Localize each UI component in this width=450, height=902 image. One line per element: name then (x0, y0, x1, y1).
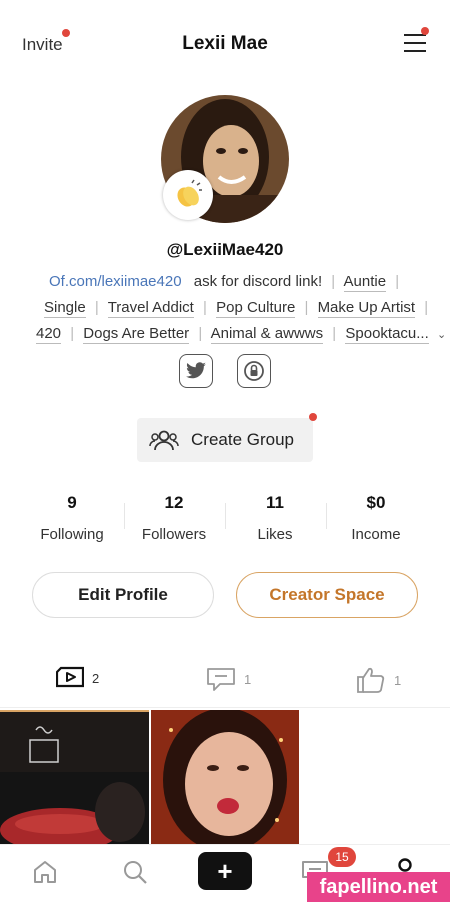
stat-value: 11 (266, 493, 284, 512)
home-icon[interactable] (32, 859, 58, 885)
stat-following[interactable]: 9 Following (22, 493, 122, 543)
tag-item[interactable]: Single (44, 299, 86, 318)
bio-row: Of.com/lexiimae420 ask for discord link!… (49, 273, 449, 292)
chevron-down-icon[interactable]: ⌄ (437, 329, 446, 341)
tab-count: 1 (394, 672, 402, 688)
tag-separator: | (70, 325, 75, 342)
lock-icon[interactable] (237, 354, 271, 388)
tab-divider (0, 707, 450, 708)
tag-separator: | (332, 325, 337, 342)
group-icon (149, 429, 179, 451)
tag-item[interactable]: Travel Addict (107, 299, 194, 318)
stat-income[interactable]: $0 Income (326, 493, 426, 543)
tag-item[interactable]: Make Up Artist (317, 299, 416, 318)
tag-separator: | (395, 273, 400, 290)
messages-badge: 15 (328, 847, 356, 867)
tag-separator: | (198, 325, 203, 342)
stat-likes[interactable]: 11 Likes (225, 493, 325, 543)
tab-likes[interactable]: 1 (356, 666, 401, 694)
menu-notification-dot (421, 27, 429, 35)
bio-text: ask for discord link! (193, 273, 323, 290)
stat-followers[interactable]: 12 Followers (124, 493, 224, 543)
tag-item[interactable]: 420 (36, 325, 62, 344)
video-thumbnail[interactable] (0, 710, 149, 844)
page-title: Lexii Mae (182, 33, 268, 54)
tag-item[interactable]: Auntie (343, 273, 387, 292)
comment-icon (206, 666, 236, 692)
tab-count: 2 (92, 670, 100, 686)
video-thumbnail[interactable] (151, 710, 299, 844)
profile-link[interactable]: Of.com/lexiimae420 (49, 273, 182, 290)
tag-separator: | (203, 299, 207, 316)
stat-label: Likes (257, 526, 293, 543)
tags-row: 420 | Dogs Are Better | Animal & awwws |… (36, 325, 446, 344)
tag-item[interactable]: Animal & awwws (210, 325, 324, 344)
edit-profile-button[interactable]: Edit Profile (32, 572, 214, 618)
create-post-button[interactable]: + (198, 852, 252, 890)
tag-separator: | (304, 299, 309, 316)
tag-separator: | (331, 273, 336, 290)
clapping-hands-icon (163, 170, 213, 220)
video-icon (56, 666, 84, 690)
tags-row: Single | Travel Addict | Pop Culture | M… (44, 299, 444, 318)
creator-space-button[interactable]: Creator Space (236, 572, 418, 618)
watermark: fapellino.net (307, 872, 450, 902)
stat-label: Following (40, 526, 104, 543)
thumbs-up-icon (356, 666, 386, 694)
profile-icon[interactable] (397, 857, 413, 873)
stat-value: 12 (164, 493, 184, 512)
tab-count: 1 (244, 671, 252, 687)
tab-comments[interactable]: 1 (206, 666, 251, 692)
top-bar: Invite Lexii Mae (0, 0, 450, 88)
tag-item[interactable]: Dogs Are Better (83, 325, 190, 344)
bottom-nav: + 15 fapellino.net (0, 844, 450, 902)
create-group-label: Create Group (191, 430, 294, 449)
stat-value: 9 (67, 493, 77, 512)
create-group-notification-dot (309, 413, 317, 421)
tag-separator: | (94, 299, 99, 316)
search-icon[interactable] (121, 858, 149, 886)
twitter-icon[interactable] (179, 354, 213, 388)
tag-separator: | (424, 299, 429, 316)
tag-item[interactable]: Pop Culture (216, 299, 296, 318)
tag-item[interactable]: Spooktacu... (345, 325, 429, 344)
tab-videos[interactable]: 2 (56, 666, 99, 690)
stat-label: Income (351, 526, 401, 543)
create-group-button[interactable]: Create Group (137, 418, 313, 462)
stat-label: Followers (141, 526, 207, 543)
username-handle: @LexiiMae420 (166, 240, 284, 259)
menu-icon[interactable] (404, 34, 426, 54)
stat-value: $0 (366, 493, 386, 512)
